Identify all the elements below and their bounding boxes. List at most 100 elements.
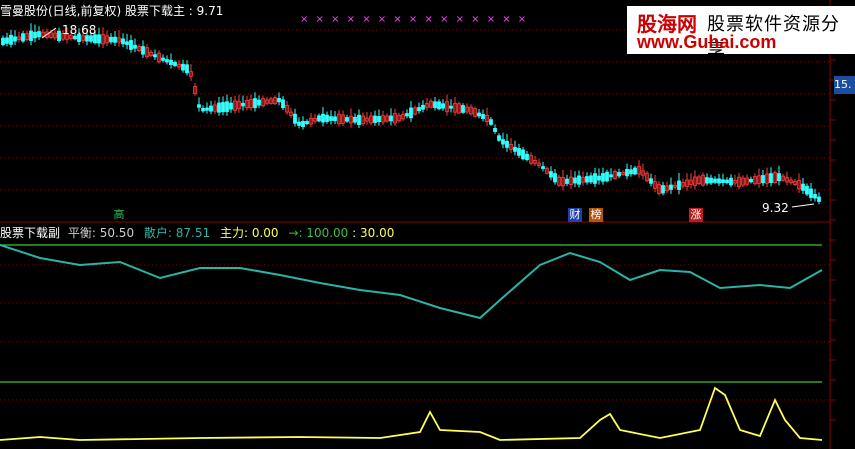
candle-body [129,40,133,50]
pingheng-label: 平衡: [67,226,96,240]
signal-markers: × × × × × × × × × × × × × × × [300,14,529,25]
candle-body [345,117,349,122]
candle-body [493,128,497,132]
signal-bang: 榜 [589,208,603,222]
candle-body [229,102,233,110]
candle-body [809,188,813,198]
candle-body [513,146,517,152]
candle-body [373,115,377,123]
candle-body [517,148,521,156]
candle-body [477,112,481,117]
low-pointer [791,203,815,208]
candle-body [661,185,665,194]
candle-body [389,115,393,122]
candle-body [421,104,425,110]
candle-body [629,169,633,175]
candle-body [161,57,165,61]
high-label: 18.68 [62,23,97,37]
candle-body [817,196,821,202]
candle-body [729,177,733,186]
arrow-value: →: 100.00 [288,226,349,240]
candle-body [209,105,213,112]
candle-body [717,178,721,184]
watermark-url: www.Guhai.com [637,32,777,52]
candle-body [777,173,781,182]
candle-body [113,36,117,43]
zhuli-value: 0.00 [251,226,279,240]
candle-body [501,139,505,145]
candle-body [677,180,681,190]
signal-zhang: 涨 [689,208,703,222]
candle-body [141,46,145,55]
candle-body [417,107,421,112]
candle-body [257,99,261,106]
main-title: 雪曼股份(日线,前复权) 股票下载主 : 9.71 [0,4,224,18]
candle-body [281,99,285,109]
candle-body [589,175,593,183]
pingheng-value: 50.50 [99,226,135,240]
candle-body [181,63,185,71]
candle-body [609,174,613,178]
candle-body [617,172,621,177]
candle-body [541,166,545,169]
candle-body [297,121,301,126]
low-label: 9.32 [762,201,789,215]
candle-body [525,153,529,160]
candle-body [409,107,413,119]
candle-body [1,37,5,46]
candle-body [201,107,205,112]
candle-body [221,102,225,113]
candle-body [481,114,485,119]
candle-body [21,33,25,42]
candle-body [461,105,465,113]
sanhu-line [0,244,823,320]
candle-body [377,116,381,123]
sanhu-label: 散户: [143,226,172,240]
candle-body [253,98,257,109]
candle-body [173,61,177,67]
candle-body [153,54,157,58]
candle-body [357,114,361,126]
candle-body [133,44,137,49]
candle-body [33,31,37,39]
candle-body [321,113,325,123]
candle-body [433,101,437,109]
candle-body [317,115,321,122]
candle-body [329,116,333,121]
candle-body [205,107,209,111]
candle-body [705,177,709,184]
signal-cai: 财 [568,208,582,222]
sub-name: 股票下载副 [0,226,61,240]
candle-body [709,177,713,184]
candle-body [353,116,357,123]
sub-title-row: 股票下载副 平衡: 50.50 散户: 87.51 主力: 0.00 →: 10… [0,226,394,240]
candle-body [505,140,509,148]
candle-body [301,120,305,127]
candle-body [97,34,101,44]
candle-body [769,173,773,184]
candle-body [197,104,201,108]
candle-body [585,176,589,183]
candle-body [125,41,129,45]
candle-body [37,31,41,38]
candle-body [293,113,297,124]
kline-chart[interactable] [0,0,855,449]
signal-gao: 高 [113,208,125,221]
candle-body [13,36,17,42]
price-axis-tag: 15. [834,76,855,94]
candle-body [277,97,281,103]
candle-body [593,173,597,184]
candle-body [169,59,173,65]
candle-body [565,178,569,184]
candle-body [185,64,189,74]
candle-body [241,102,245,107]
last-value: : 30.00 [352,226,395,240]
candle-body [497,135,501,141]
candle-body [333,116,337,122]
candle-body [109,36,113,43]
candle-body [749,178,753,183]
candle-body [5,37,9,44]
candle-body [633,167,637,175]
candle-body [649,178,653,184]
candle-body [813,194,817,199]
